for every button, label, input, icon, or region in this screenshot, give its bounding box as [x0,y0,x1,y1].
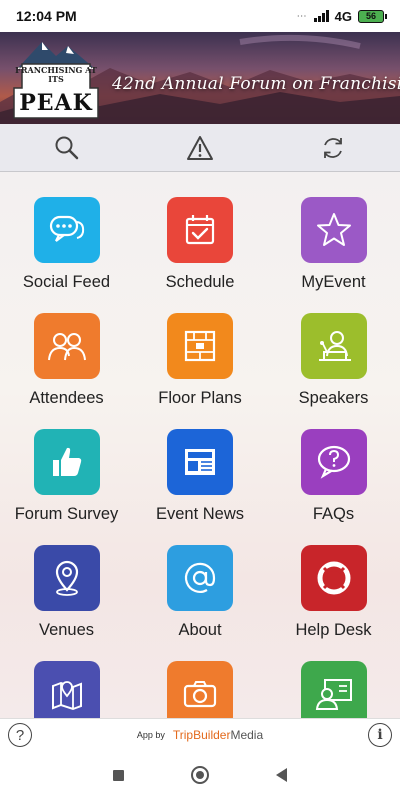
tile-icon-box [167,545,233,611]
tile-photos[interactable] [133,661,267,718]
tile-icon-box [33,429,100,495]
tile-speakers[interactable]: Speakers [267,313,400,429]
alerts-button[interactable] [133,124,266,171]
footer-bar: ? App by TripBuilder Media i [0,718,400,750]
map-icon [51,681,82,711]
tile-label: Speakers [298,389,369,407]
at-sign-icon [184,562,216,593]
lifebuoy-icon [317,561,350,595]
tile-contacts[interactable] [267,661,400,718]
network-type: 4G [334,8,352,24]
system-nav-bar [0,750,400,800]
status-bar: 12:04 PM ⋯ 4G 56 [0,0,400,32]
chat-bubbles-icon [49,215,84,242]
newspaper-icon [185,449,215,475]
refresh-button[interactable] [267,124,400,171]
tile-icon-box [300,313,367,379]
question-bubble-icon [317,445,350,479]
tile-icon-box [167,313,233,379]
tile-label: FAQs [312,505,355,523]
help-button[interactable]: ? [8,723,32,747]
tile-icon-box [167,429,233,495]
tile-label: Venues [38,621,95,639]
tile-label: MyEvent [301,273,366,291]
tile-help-desk[interactable]: Help Desk [267,545,400,661]
tile-label: Social Feed [22,273,111,291]
logo-top-text: FRANCHISING AT ITS [15,65,97,84]
status-time: 12:04 PM [16,8,77,24]
tile-label: Event News [155,505,245,523]
tile-faqs[interactable]: FAQs [267,429,400,545]
tile-icon-box [300,197,367,263]
recents-button[interactable] [113,769,125,781]
tile-about[interactable]: About [133,545,267,661]
tile-icon-box [300,429,367,495]
tile-myevent[interactable]: MyEvent [267,197,400,313]
tile-floor-plans[interactable]: Floor Plans [133,313,267,429]
tile-icon-box [33,197,100,263]
home-button[interactable] [190,766,209,784]
tile-attendees[interactable]: Attendees [0,313,133,429]
main-menu: Social Feed Schedule MyEvent Attendees F… [0,172,400,718]
tile-icon-box [33,545,100,611]
tile-forum-survey[interactable]: Forum Survey [0,429,133,545]
tile-icon-box [167,197,233,263]
forum-logo: FRANCHISING AT ITS PEAK [12,38,100,120]
tile-icon-box [33,313,100,379]
tile-venues[interactable]: Venues [0,545,133,661]
banner-title: 42nd Annual Forum on Franchising [112,74,400,94]
thumbs-up-icon [52,447,81,476]
battery-icon: 56 [358,9,387,23]
tile-event-news[interactable]: Event News [133,429,267,545]
tile-label: Floor Plans [158,389,242,407]
toolbar [0,124,400,172]
speaker-icon [318,331,351,361]
tile-social-feed[interactable]: Social Feed [0,197,133,313]
tile-icon-box [33,661,100,718]
tile-icon-box [167,661,233,718]
tile-schedule[interactable]: Schedule [133,197,267,313]
floor-plan-icon [184,330,216,362]
location-pin-icon [55,560,78,596]
people-icon [47,333,86,361]
tile-label: Forum Survey [14,505,119,523]
help-icon: ? [15,726,25,744]
search-icon [55,136,78,159]
status-icons: ⋯ 4G 56 [296,8,387,24]
logo-main-text: PEAK [19,90,93,116]
search-button[interactable] [0,124,133,171]
tile-label: About [178,621,222,639]
feature-grid: Social Feed Schedule MyEvent Attendees F… [0,197,400,718]
refresh-icon [324,137,343,158]
info-icon: i [377,727,383,743]
star-icon [316,213,351,246]
alert-icon [186,135,213,160]
calendar-check-icon [185,215,215,245]
app-by-label: App by [136,729,165,740]
brand-name-part1: TripBuilder [172,727,231,742]
tile-label: Help Desk [295,621,372,639]
contact-card-icon [315,679,352,710]
signal-dots-icon: ⋯ [296,10,308,22]
battery-level: 56 [365,11,376,21]
tile-label: Attendees [29,389,104,407]
back-button[interactable] [275,768,287,782]
signal-strength-icon [313,10,329,22]
brand-name-part2: Media [230,727,264,742]
camera-icon [183,681,217,708]
tile-icon-box [300,661,367,718]
tile-map[interactable] [0,661,133,718]
info-button[interactable]: i [368,723,392,747]
tile-label: Schedule [165,273,235,291]
tile-icon-box [300,545,367,611]
